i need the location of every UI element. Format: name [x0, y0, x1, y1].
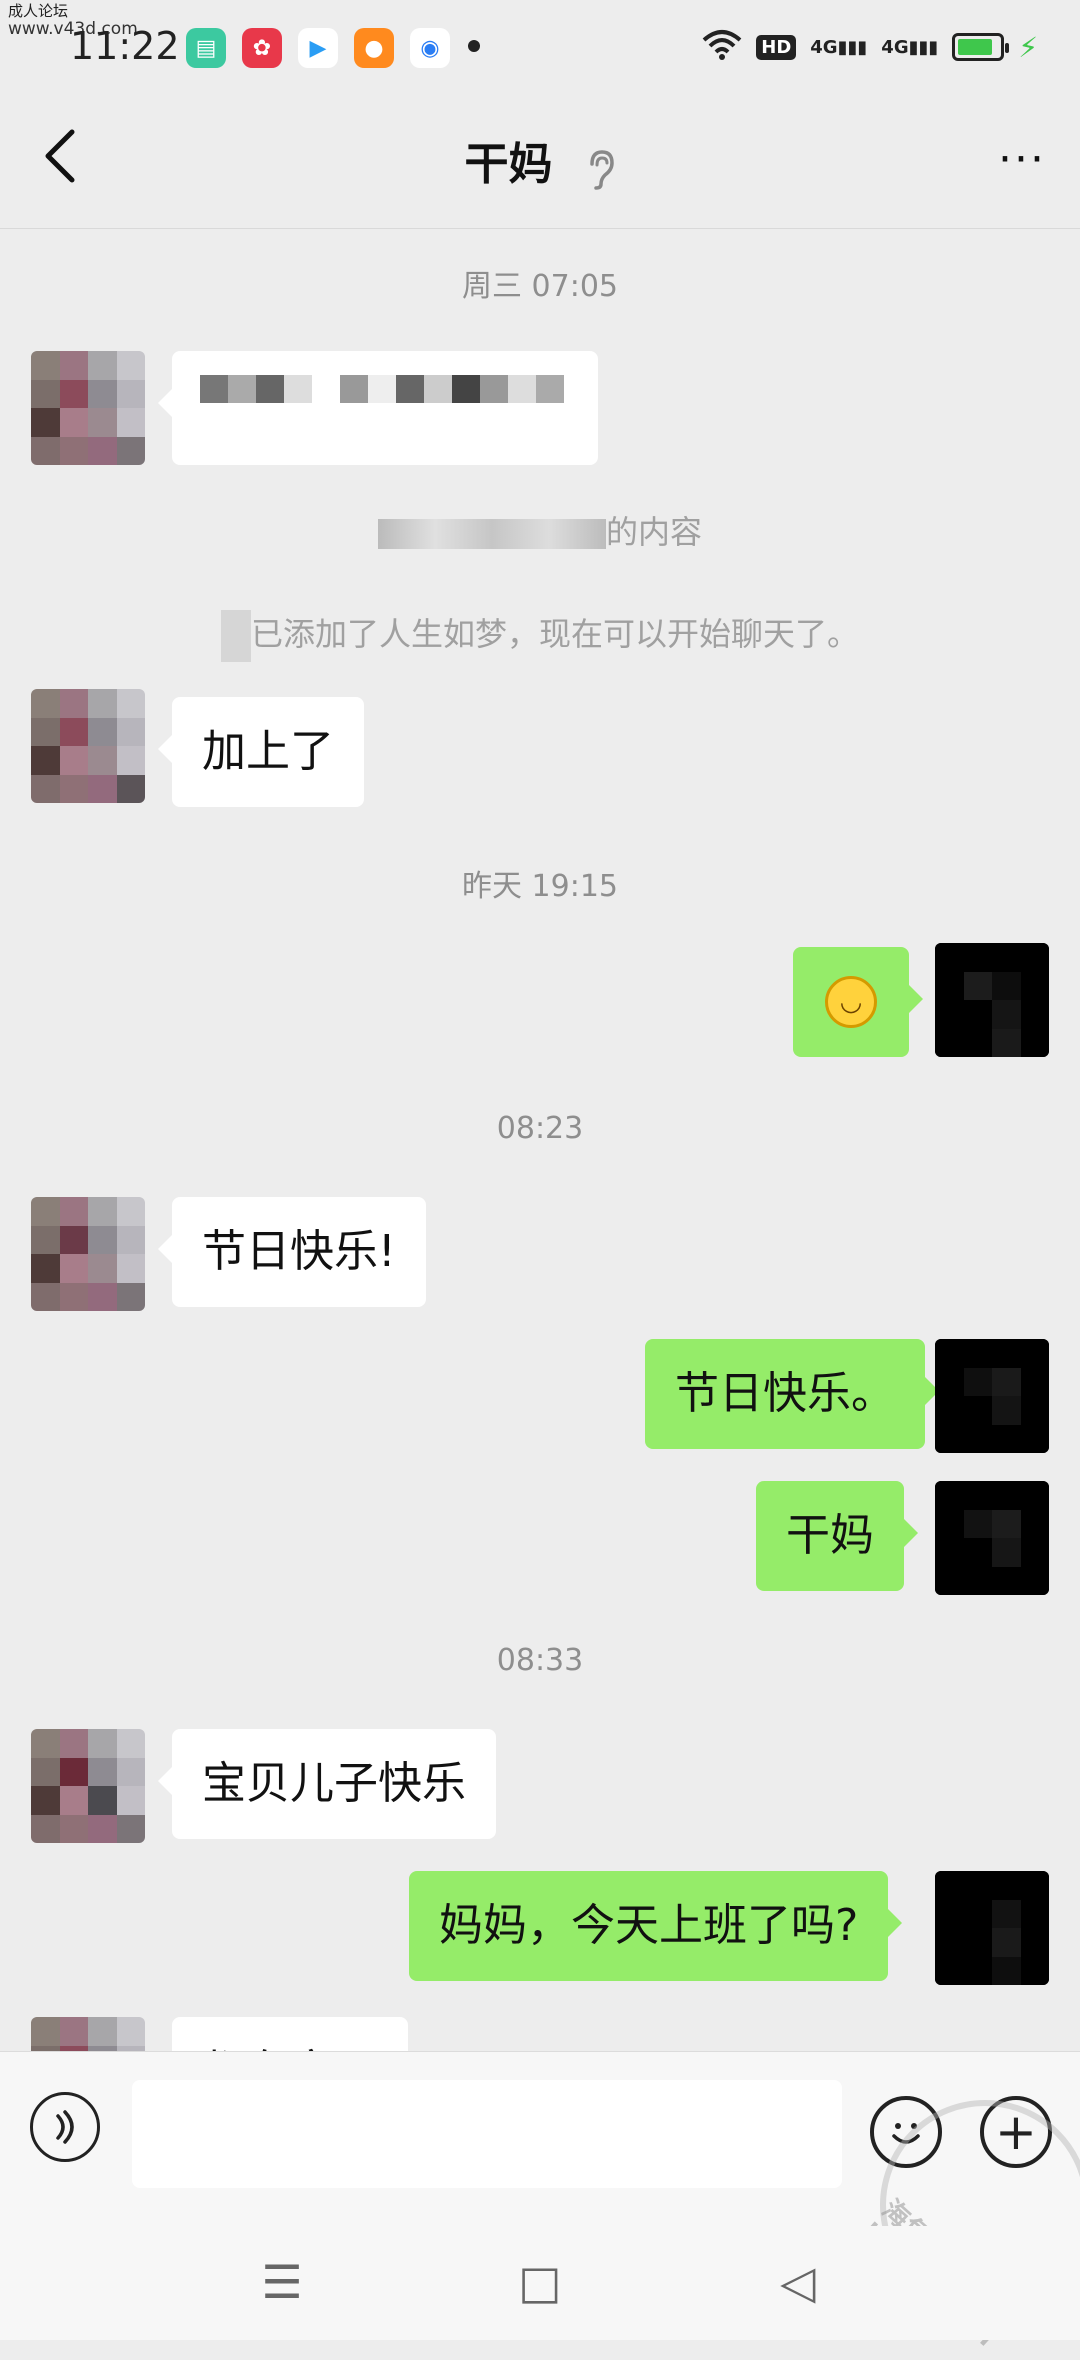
input-bar: +: [0, 2051, 1080, 2227]
timestamp: 昨天 19:15: [462, 869, 618, 904]
emoji-button[interactable]: [870, 2096, 942, 2168]
app-red-icon: ✿: [242, 28, 282, 68]
avatar-me[interactable]: [935, 1339, 1049, 1453]
more-options-button[interactable]: ···: [998, 134, 1046, 185]
play-store-icon: ▶: [298, 28, 338, 68]
avatar-mosaic: [31, 689, 145, 803]
avatar-mosaic: [935, 943, 1049, 1057]
ear-icon: [586, 150, 616, 199]
avatar-me[interactable]: [935, 1481, 1049, 1595]
avatar-me[interactable]: [935, 1871, 1049, 1985]
message-bubble-in[interactable]: 节日快乐!: [158, 1197, 426, 1307]
system-message-text: 的内容: [605, 513, 702, 551]
pixelated-message-bubble[interactable]: [158, 351, 598, 465]
message-bubble-in[interactable]: 宝贝儿子快乐: [158, 1729, 496, 1839]
chat-title: 干妈: [464, 139, 553, 190]
chat-area[interactable]: 周三 07:05 的内容 已添加了人生如梦，现在可以开始聊天了。 加上了 昨天 …: [0, 229, 1080, 2051]
chat-header: 干妈 ···: [0, 90, 1080, 229]
app-green-icon: ▤: [186, 28, 226, 68]
watermark-line1: 成人论坛: [8, 2, 69, 20]
message-bubble-out[interactable]: 妈妈，今天上班了吗?: [409, 1871, 903, 1981]
wifi-icon: [702, 28, 742, 66]
avatar-other[interactable]: [31, 689, 145, 803]
message-input[interactable]: [132, 2080, 842, 2188]
avatar-other[interactable]: [31, 1197, 145, 1311]
network-type-1: 4G: [810, 36, 838, 58]
home-icon[interactable]: □: [510, 2252, 570, 2312]
notification-icons: ▤ ✿ ▶ ● ◉: [186, 28, 450, 68]
system-message: 的内容: [0, 507, 1080, 553]
voice-icon: [56, 2110, 74, 2144]
battery-icon: [952, 33, 1010, 61]
avatar-other[interactable]: [31, 1729, 145, 1843]
pixelated-name: [377, 519, 606, 549]
fox-icon: ●: [354, 28, 394, 68]
hd-badge: HD: [756, 34, 797, 60]
timestamp: 08:23: [496, 1111, 584, 1146]
avatar-mosaic: [935, 1481, 1049, 1595]
timestamp: 08:33: [496, 1643, 584, 1678]
avatar-mosaic: [31, 1729, 145, 1843]
avatar-other[interactable]: [31, 351, 145, 465]
message-bubble-in[interactable]: 都在家呢: [172, 2017, 408, 2051]
clock: 11:22: [70, 24, 180, 68]
signal-2-icon: 4G▮▮▮: [881, 36, 939, 58]
menu-icon[interactable]: ☰: [252, 2252, 312, 2312]
avatar-mosaic: [31, 1197, 145, 1311]
avatar-other[interactable]: [31, 2017, 145, 2051]
title-area: 干妈: [0, 128, 1080, 199]
back-icon[interactable]: ◁: [768, 2252, 828, 2312]
blue-circle-icon: ◉: [410, 28, 450, 68]
avatar-mosaic: [31, 351, 145, 465]
system-icons: HD 4G▮▮▮ 4G▮▮▮ ⚡: [702, 28, 1038, 66]
avatar-mosaic: [935, 1339, 1049, 1453]
avatar-mosaic: [31, 2017, 145, 2051]
message-bubble-out[interactable]: 节日快乐。: [645, 1339, 939, 1449]
emoji-icon: [892, 2123, 920, 2144]
pixelated-content: [200, 375, 570, 431]
smile-emoji-icon: ◡: [825, 976, 877, 1028]
voice-input-button[interactable]: [30, 2092, 100, 2162]
avatar-me[interactable]: [935, 943, 1049, 1057]
status-bar: 成人论坛 www.v43d.com 11:22 ▤ ✿ ▶ ● ◉ HD 4G▮…: [0, 0, 1080, 90]
system-message-added: 已添加了人生如梦，现在可以开始聊天了。: [0, 609, 1080, 662]
avatar-mosaic: [935, 1871, 1049, 1985]
message-bubble-in[interactable]: 加上了: [158, 697, 364, 807]
pixelated-name: [220, 610, 251, 662]
charging-icon: ⚡: [1018, 30, 1038, 64]
message-bubble-out[interactable]: ◡: [793, 947, 923, 1057]
message-bubble-out[interactable]: 干妈: [756, 1481, 918, 1591]
signal-1-icon: 4G▮▮▮: [810, 36, 868, 58]
network-type-2: 4G: [881, 36, 909, 58]
timestamp: 周三 07:05: [462, 269, 618, 304]
more-notifications-dot: [468, 40, 480, 52]
system-message-added-text: 已添加了人生如梦，现在可以开始聊天了。: [250, 615, 859, 653]
system-navigation-bar: ☰ □ ◁: [0, 2226, 1080, 2340]
battery-fill: [958, 39, 993, 55]
more-functions-button[interactable]: +: [980, 2096, 1052, 2168]
